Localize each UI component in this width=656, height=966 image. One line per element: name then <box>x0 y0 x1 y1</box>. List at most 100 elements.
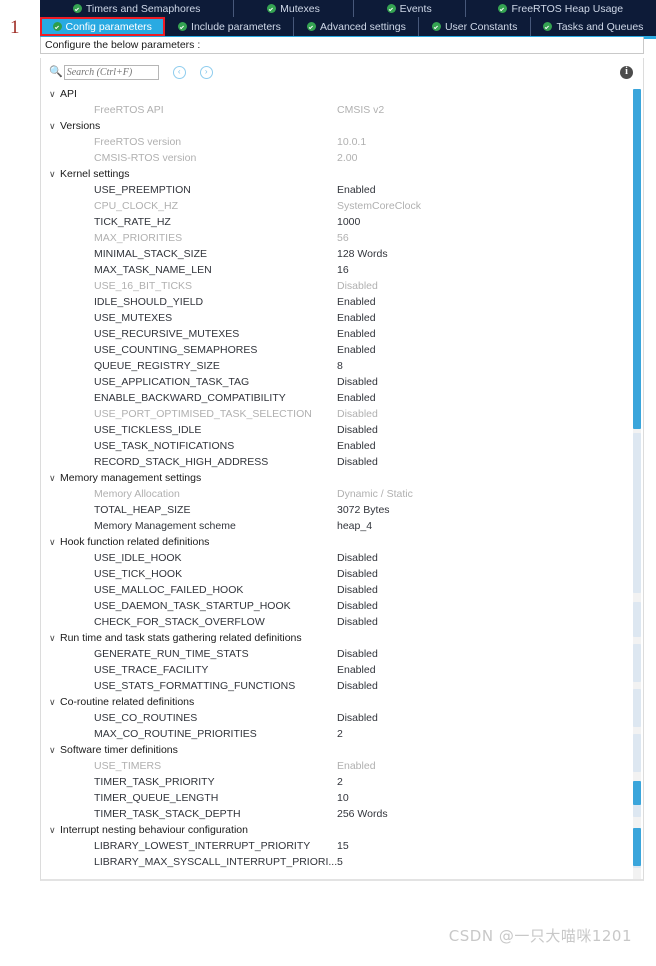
tab-advanced-settings[interactable]: Advanced settings <box>294 17 420 36</box>
parameter-value[interactable]: CMSIS v2 <box>337 104 384 116</box>
tab-config-parameters[interactable]: Config parameters <box>40 17 166 36</box>
tab-mutexes[interactable]: Mutexes <box>234 0 354 17</box>
parameter-value[interactable]: 10.0.1 <box>337 136 366 148</box>
parameter-value[interactable]: Enabled <box>337 184 376 196</box>
chevron-down-icon[interactable]: ∨ <box>49 745 60 755</box>
parameter-value[interactable]: 8 <box>337 360 343 372</box>
chevron-down-icon[interactable]: ∨ <box>49 537 60 547</box>
parameter-row[interactable]: TOTAL_HEAP_SIZE 3072 Bytes <box>41 502 643 518</box>
parameter-row[interactable]: USE_STATS_FORMATTING_FUNCTIONS Disabled <box>41 678 643 694</box>
parameter-value[interactable]: Disabled <box>337 552 378 564</box>
parameter-value[interactable]: Disabled <box>337 456 378 468</box>
parameter-row[interactable]: ENABLE_BACKWARD_COMPATIBILITY Enabled <box>41 390 643 406</box>
tab-events[interactable]: Events <box>353 0 466 17</box>
parameter-row[interactable]: TIMER_QUEUE_LENGTH 10 <box>41 790 643 806</box>
parameter-value[interactable]: Enabled <box>337 760 376 772</box>
parameter-row[interactable]: USE_IDLE_HOOK Disabled <box>41 550 643 566</box>
parameter-value[interactable]: Disabled <box>337 376 378 388</box>
parameter-row[interactable]: CMSIS-RTOS version 2.00 <box>41 150 643 166</box>
parameter-row[interactable]: USE_PORT_OPTIMISED_TASK_SELECTION Disable… <box>41 406 643 422</box>
parameter-row[interactable]: GENERATE_RUN_TIME_STATS Disabled <box>41 646 643 662</box>
scrollbar-thumb[interactable] <box>633 89 641 429</box>
parameter-row[interactable]: FreeRTOS API CMSIS v2 <box>41 102 643 118</box>
parameter-value[interactable]: Enabled <box>337 392 376 404</box>
tree-group-header[interactable]: ∨ Run time and task stats gathering relat… <box>41 630 643 646</box>
parameter-value[interactable]: Enabled <box>337 344 376 356</box>
parameter-value[interactable]: heap_4 <box>337 520 372 532</box>
parameter-row[interactable]: USE_TICK_HOOK Disabled <box>41 566 643 582</box>
tab-freertos-heap-usage[interactable]: FreeRTOS Heap Usage <box>465 0 656 17</box>
parameter-row[interactable]: TIMER_TASK_PRIORITY 2 <box>41 774 643 790</box>
parameter-value[interactable]: Disabled <box>337 712 378 724</box>
parameter-value[interactable]: Enabled <box>337 328 376 340</box>
parameter-value[interactable]: 128 Words <box>337 248 388 260</box>
tree-group-header[interactable]: ∨ Interrupt nesting behaviour configurati… <box>41 822 643 838</box>
parameter-row[interactable]: USE_MUTEXES Enabled <box>41 310 643 326</box>
tree-group-header[interactable]: ∨ Software timer definitions <box>41 742 643 758</box>
parameter-row[interactable]: LIBRARY_LOWEST_INTERRUPT_PRIORITY 15 <box>41 838 643 854</box>
chevron-down-icon[interactable]: ∨ <box>49 169 60 179</box>
parameter-row[interactable]: MAX_CO_ROUTINE_PRIORITIES 2 <box>41 726 643 742</box>
parameter-row[interactable]: IDLE_SHOULD_YIELD Enabled <box>41 294 643 310</box>
parameter-row[interactable]: CHECK_FOR_STACK_OVERFLOW Disabled <box>41 614 643 630</box>
tree-group-header[interactable]: ∨ Hook function related definitions <box>41 534 643 550</box>
parameter-row[interactable]: USE_DAEMON_TASK_STARTUP_HOOK Disabled <box>41 598 643 614</box>
parameter-row[interactable]: USE_MALLOC_FAILED_HOOK Disabled <box>41 582 643 598</box>
chevron-down-icon[interactable]: ∨ <box>49 825 60 835</box>
parameter-value[interactable]: Enabled <box>337 296 376 308</box>
parameter-value[interactable]: 2.00 <box>337 152 357 164</box>
chevron-down-icon[interactable]: ∨ <box>49 89 60 99</box>
parameter-value[interactable]: 256 Words <box>337 808 388 820</box>
parameter-value[interactable]: Enabled <box>337 440 376 452</box>
parameter-value[interactable]: Disabled <box>337 616 378 628</box>
parameter-row[interactable]: MINIMAL_STACK_SIZE 128 Words <box>41 246 643 262</box>
parameter-value[interactable]: 2 <box>337 776 343 788</box>
parameter-row[interactable]: USE_TICKLESS_IDLE Disabled <box>41 422 643 438</box>
tree-group-header[interactable]: ∨ Versions <box>41 118 643 134</box>
parameter-value[interactable]: 5 <box>337 856 343 868</box>
parameter-value[interactable]: SystemCoreClock <box>337 200 421 212</box>
parameter-row[interactable]: USE_TIMERS Enabled <box>41 758 643 774</box>
parameter-row[interactable]: MAX_TASK_NAME_LEN 16 <box>41 262 643 278</box>
parameter-value[interactable]: Disabled <box>337 408 378 420</box>
parameter-value[interactable]: 10 <box>337 792 349 804</box>
parameter-row[interactable]: USE_PREEMPTION Enabled <box>41 182 643 198</box>
parameter-row[interactable]: RECORD_STACK_HIGH_ADDRESS Disabled <box>41 454 643 470</box>
tree-group-header[interactable]: ∨ API <box>41 86 643 102</box>
parameter-value[interactable]: Disabled <box>337 568 378 580</box>
tab-user-constants[interactable]: User Constants <box>419 17 531 36</box>
parameter-value[interactable]: Disabled <box>337 424 378 436</box>
parameter-value[interactable]: 3072 Bytes <box>337 504 390 516</box>
chevron-down-icon[interactable]: ∨ <box>49 473 60 483</box>
parameter-row[interactable]: TICK_RATE_HZ 1000 <box>41 214 643 230</box>
parameter-row[interactable]: LIBRARY_MAX_SYSCALL_INTERRUPT_PRIORI... 5 <box>41 854 643 870</box>
parameter-row[interactable]: TIMER_TASK_STACK_DEPTH 256 Words <box>41 806 643 822</box>
parameter-value[interactable]: Disabled <box>337 584 378 596</box>
parameter-row[interactable]: CPU_CLOCK_HZ SystemCoreClock <box>41 198 643 214</box>
tree-group-header[interactable]: ∨ Kernel settings <box>41 166 643 182</box>
parameter-row[interactable]: USE_16_BIT_TICKS Disabled <box>41 278 643 294</box>
parameter-row[interactable]: FreeRTOS version 10.0.1 <box>41 134 643 150</box>
tab-timers-and-semaphores[interactable]: Timers and Semaphores <box>40 0 235 17</box>
parameter-value[interactable]: Disabled <box>337 280 378 292</box>
parameter-row[interactable]: USE_COUNTING_SEMAPHORES Enabled <box>41 342 643 358</box>
parameter-value[interactable]: 2 <box>337 728 343 740</box>
parameter-row[interactable]: USE_TASK_NOTIFICATIONS Enabled <box>41 438 643 454</box>
parameter-value[interactable]: 15 <box>337 840 349 852</box>
search-input[interactable] <box>63 64 159 80</box>
parameter-value[interactable]: 56 <box>337 232 349 244</box>
search-prev-button[interactable]: ‹ <box>172 65 186 79</box>
parameter-value[interactable]: Disabled <box>337 648 378 660</box>
search-next-button[interactable]: › <box>199 65 213 79</box>
parameter-row[interactable]: Memory Allocation Dynamic / Static <box>41 486 643 502</box>
parameter-value[interactable]: Enabled <box>337 664 376 676</box>
tab-tasks-and-queues[interactable]: Tasks and Queues <box>530 17 656 36</box>
parameter-value[interactable]: Disabled <box>337 600 378 612</box>
parameter-row[interactable]: QUEUE_REGISTRY_SIZE 8 <box>41 358 643 374</box>
parameter-row[interactable]: MAX_PRIORITIES 56 <box>41 230 643 246</box>
chevron-down-icon[interactable]: ∨ <box>49 121 60 131</box>
parameter-row[interactable]: USE_RECURSIVE_MUTEXES Enabled <box>41 326 643 342</box>
chevron-down-icon[interactable]: ∨ <box>49 697 60 707</box>
parameter-tree[interactable]: ∨ API FreeRTOS API CMSIS v2 ∨ Versions FreeRTO… <box>41 86 643 879</box>
tree-group-header[interactable]: ∨ Memory management settings <box>41 470 643 486</box>
